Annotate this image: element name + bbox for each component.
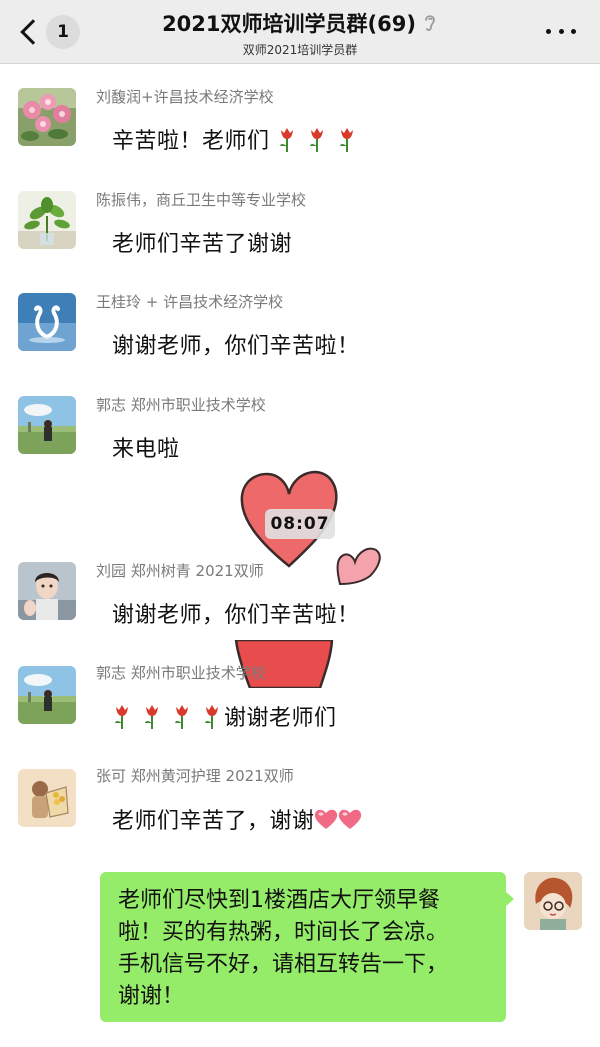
message-row: 郭志 郑州市职业技术学校 谢谢老师们	[0, 662, 600, 742]
tulip-icon	[145, 705, 158, 729]
tulip-icon	[340, 128, 354, 152]
bubble-tail	[504, 890, 514, 908]
message-row: 刘馥润+许昌技术经济学校 辛苦啦！老师们	[0, 86, 600, 166]
sender-name: 郭志 郑州市职业技术学校	[96, 396, 266, 414]
message-text[interactable]: 谢谢老师，你们辛苦啦！	[112, 328, 360, 360]
sender-name: 刘馥润+许昌技术经济学校	[96, 88, 274, 106]
avatar[interactable]	[18, 562, 76, 620]
back-button[interactable]: 1	[14, 14, 84, 50]
ear-icon	[425, 15, 435, 31]
sender-name: 王桂玲 + 许昌技术经济学校	[96, 293, 284, 311]
chat-title: 2021双师培训学员群(69)	[162, 12, 416, 36]
my-message-line: 老师们尽快到1楼酒店大厅领早餐	[118, 888, 440, 913]
sender-name: 陈振伟，商丘卫生中等专业学校	[96, 191, 307, 209]
timestamp: 08:07	[265, 509, 335, 539]
unread-count-badge: 1	[46, 15, 80, 49]
tulip-icon	[115, 705, 128, 729]
avatar[interactable]	[18, 666, 76, 724]
message-text[interactable]: 老师们辛苦了，谢谢	[112, 803, 363, 835]
avatar[interactable]	[18, 88, 76, 146]
heart-icon	[338, 809, 361, 829]
my-message-line: 谢谢！	[118, 984, 185, 1009]
sender-name: 刘园 郑州树青 2021双师	[96, 562, 264, 580]
tulip-icon	[175, 705, 188, 729]
message-text[interactable]: 老师们辛苦了谢谢	[112, 226, 292, 258]
avatar[interactable]	[18, 191, 76, 249]
more-icon[interactable]	[546, 26, 576, 36]
tulip-icon	[310, 128, 324, 152]
heart-icon	[314, 809, 337, 829]
avatar[interactable]	[18, 293, 76, 351]
my-message-bubble[interactable]: 老师们尽快到1楼酒店大厅领早餐 啦！买的有热粥，时间长了会凉。 手机信号不好，请…	[100, 872, 506, 1022]
my-avatar[interactable]	[524, 872, 582, 930]
message-row: 王桂玲 + 许昌技术经济学校 谢谢老师，你们辛苦啦！	[0, 291, 600, 371]
chat-title-area[interactable]: 2021双师培训学员群(69) 双师2021培训学员群	[110, 8, 490, 58]
chat-header: 1 2021双师培训学员群(69) 双师2021培训学员群	[0, 0, 600, 64]
message-text[interactable]: 来电啦	[112, 431, 180, 463]
avatar[interactable]	[18, 769, 76, 827]
message-text[interactable]: 谢谢老师，你们辛苦啦！	[112, 597, 360, 629]
avatar[interactable]	[18, 396, 76, 454]
chat-subtitle: 双师2021培训学员群	[242, 43, 358, 57]
message-row: 郭志 郑州市职业技术学校 来电啦	[0, 394, 600, 474]
sender-name: 郭志 郑州市职业技术学校	[96, 664, 266, 682]
tulip-icon	[280, 128, 294, 152]
message-text[interactable]: 谢谢老师们	[112, 700, 337, 732]
my-message-line: 手机信号不好，请相互转告一下，	[118, 952, 449, 977]
tulip-icon	[205, 705, 218, 729]
sender-name: 张可 郑州黄河护理 2021双师	[96, 767, 294, 785]
message-row: 张可 郑州黄河护理 2021双师 老师们辛苦了，谢谢	[0, 765, 600, 845]
message-row: 陈振伟，商丘卫生中等专业学校 老师们辛苦了谢谢	[0, 189, 600, 269]
back-chevron-icon	[20, 19, 46, 45]
message-row: 刘园 郑州树青 2021双师 谢谢老师，你们辛苦啦！	[0, 560, 600, 640]
my-message-line: 啦！买的有热粥，时间长了会凉。	[118, 920, 449, 945]
message-text[interactable]: 辛苦啦！老师们	[112, 123, 367, 155]
